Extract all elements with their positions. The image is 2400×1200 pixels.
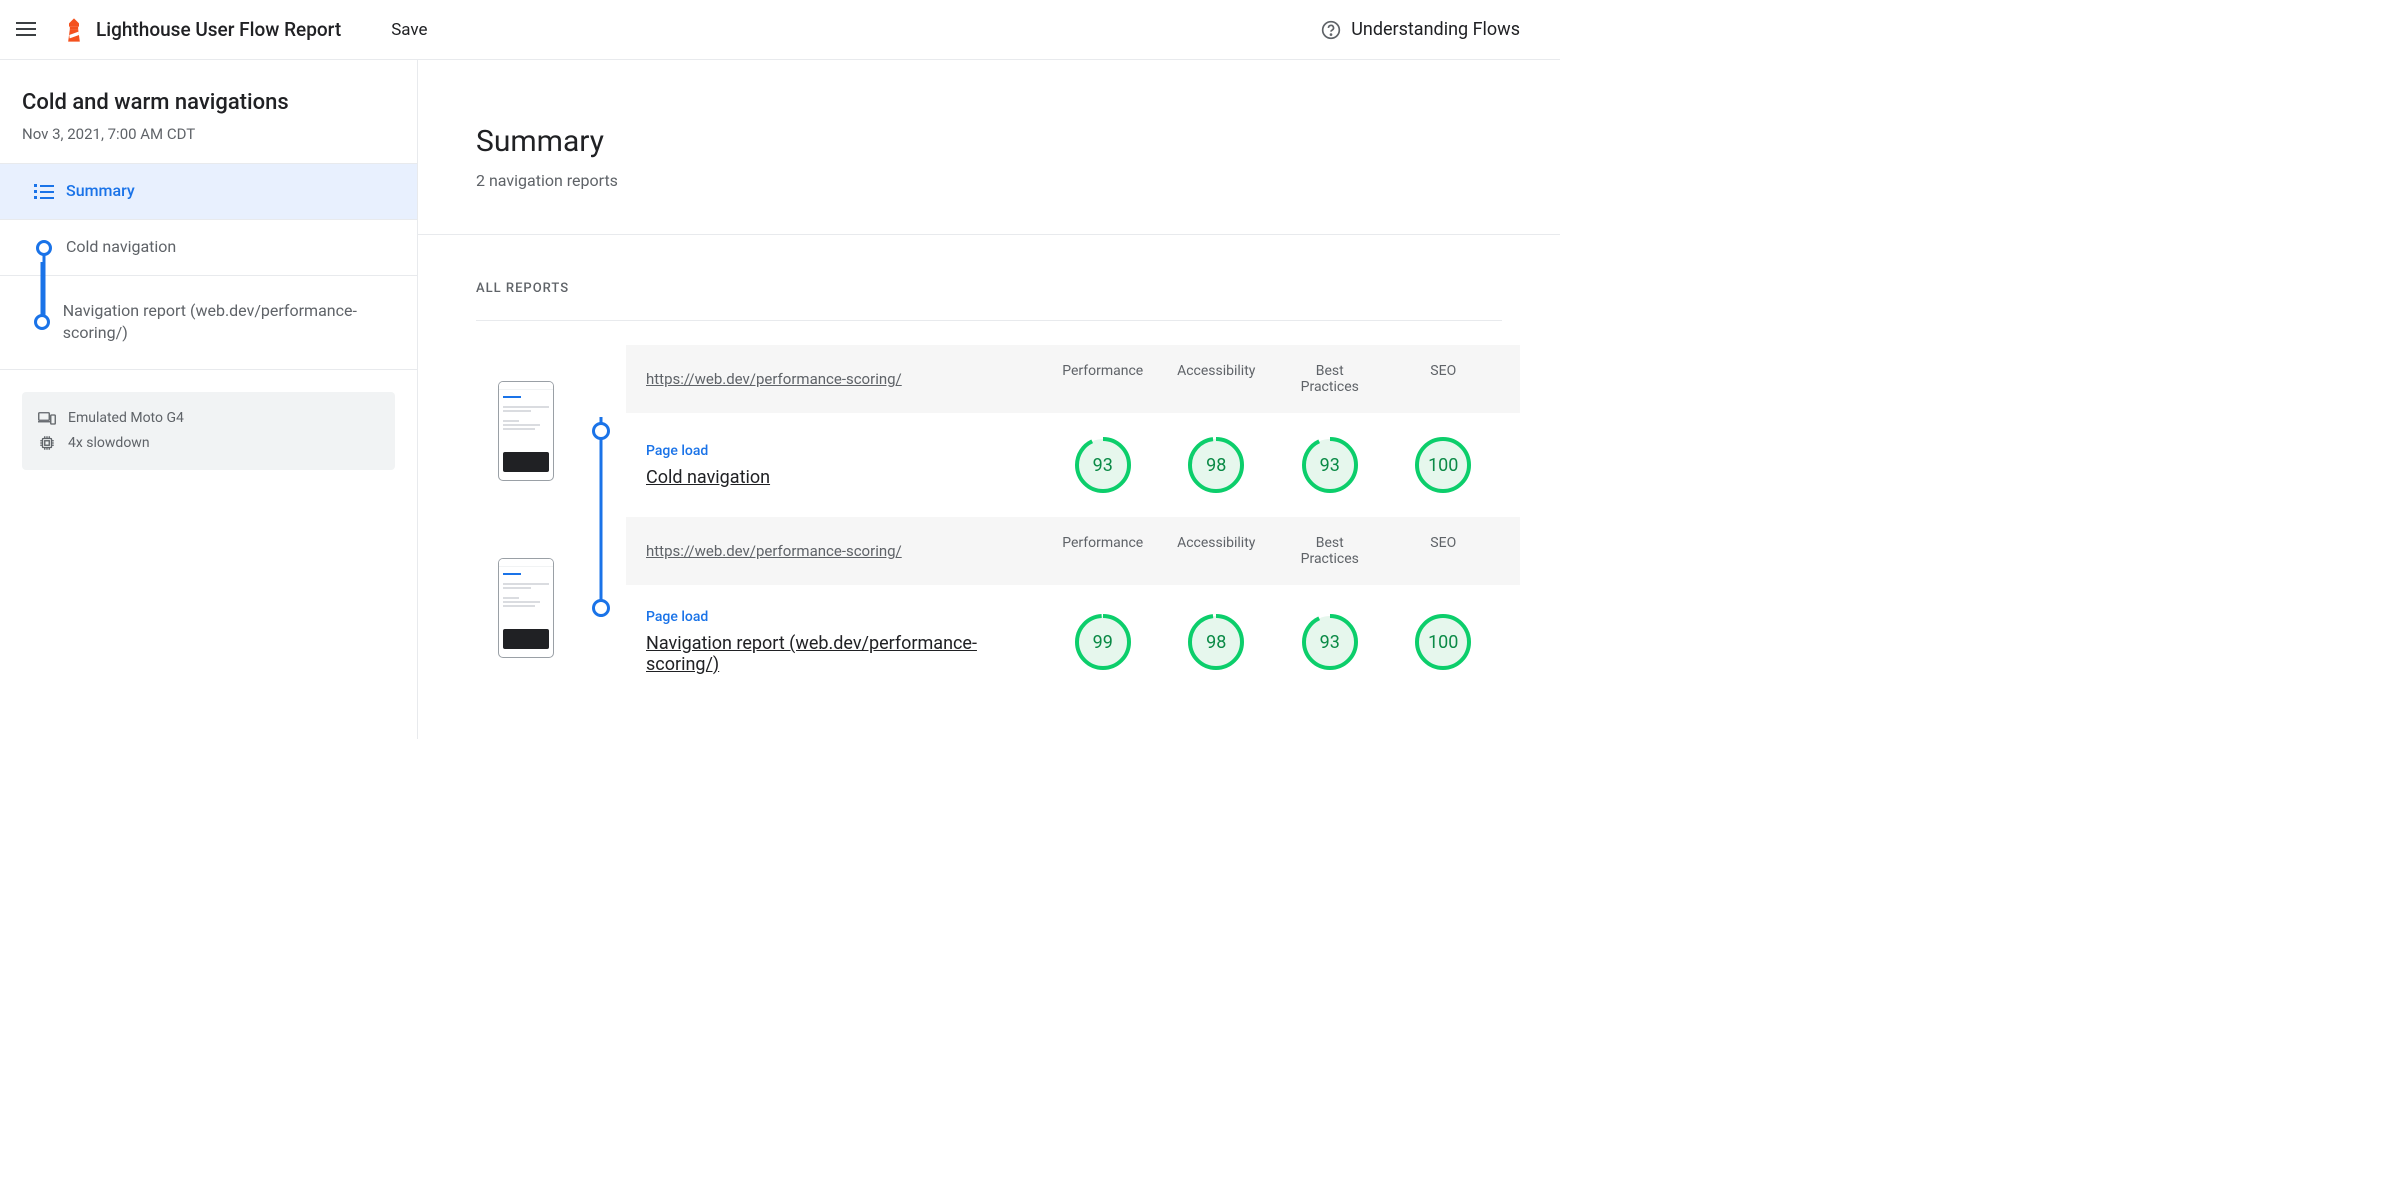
metric-header: Performance [1046, 535, 1160, 567]
app-header: Lighthouse User Flow Report Save Underst… [0, 0, 1560, 60]
report-step-row: Page load Navigation report (web.dev/per… [626, 585, 1520, 699]
main-content: Summary 2 navigation reports ALL REPORTS… [418, 60, 1560, 739]
menu-icon[interactable] [16, 18, 40, 42]
metric-header: Accessibility [1160, 363, 1274, 395]
lighthouse-logo-icon [64, 18, 84, 42]
report-url-link[interactable]: https://web.dev/performance-scoring/ [646, 542, 1046, 560]
sidebar-item-summary[interactable]: Summary [0, 164, 417, 220]
screenshot-thumbnail [498, 381, 554, 481]
report-block: https://web.dev/performance-scoring/ Per… [476, 345, 1520, 517]
sidebar: Cold and warm navigations Nov 3, 2021, 7… [0, 60, 418, 739]
report-url-row: https://web.dev/performance-scoring/ Per… [626, 517, 1520, 585]
screenshot-thumbnail [498, 558, 554, 658]
metric-header: SEO [1387, 363, 1501, 395]
report-step-row: Page load Cold navigation 93 98 [626, 413, 1520, 517]
score-gauge[interactable]: 99 [1046, 614, 1160, 670]
cpu-icon [38, 434, 56, 452]
metric-header: BestPractices [1273, 535, 1387, 567]
setting-cpu-label: 4x slowdown [68, 435, 150, 451]
sidebar-item-step-1[interactable]: Navigation report (web.dev/performance-s… [0, 276, 417, 370]
report-block: https://web.dev/performance-scoring/ Per… [476, 517, 1520, 699]
metric-header: Performance [1046, 363, 1160, 395]
score-value: 99 [1075, 614, 1131, 670]
help-link[interactable]: Understanding Flows [1321, 19, 1544, 40]
settings-card: Emulated Moto G4 4x slowdown [22, 392, 395, 470]
step-type-label: Page load [646, 443, 1046, 459]
setting-device-label: Emulated Moto G4 [68, 410, 184, 426]
save-button[interactable]: Save [391, 20, 427, 40]
timeline-node-icon [36, 240, 52, 256]
metric-header: SEO [1387, 535, 1501, 567]
score-gauge[interactable]: 98 [1160, 614, 1274, 670]
step-name-link[interactable]: Navigation report (web.dev/performance-s… [646, 633, 977, 675]
sidebar-item-label: Cold navigation [66, 236, 176, 258]
score-gauge[interactable]: 100 [1387, 437, 1501, 493]
score-value: 100 [1415, 614, 1471, 670]
all-reports-heading: ALL REPORTS [418, 235, 1560, 320]
app-title: Lighthouse User Flow Report [96, 18, 341, 41]
sidebar-item-step-0[interactable]: Cold navigation [0, 220, 417, 276]
score-value: 93 [1302, 614, 1358, 670]
page-title: Summary [476, 124, 1560, 159]
score-gauge[interactable]: 93 [1273, 614, 1387, 670]
metric-header: Accessibility [1160, 535, 1274, 567]
score-value: 98 [1188, 437, 1244, 493]
score-gauge[interactable]: 93 [1046, 437, 1160, 493]
score-value: 98 [1188, 614, 1244, 670]
metric-header: BestPractices [1273, 363, 1387, 395]
page-subtitle: 2 navigation reports [476, 171, 1560, 190]
timeline-node-icon [34, 314, 50, 330]
setting-cpu: 4x slowdown [38, 430, 379, 456]
score-value: 93 [1302, 437, 1358, 493]
step-name-link[interactable]: Cold navigation [646, 467, 770, 488]
report-url-row: https://web.dev/performance-scoring/ Per… [626, 345, 1520, 413]
summary-list-icon [34, 185, 54, 199]
score-value: 100 [1415, 437, 1471, 493]
timeline-node-icon [592, 599, 610, 617]
step-type-label: Page load [646, 609, 1046, 625]
score-value: 93 [1075, 437, 1131, 493]
sidebar-item-label: Navigation report (web.dev/performance-s… [63, 300, 395, 345]
help-icon [1321, 20, 1341, 40]
score-gauge[interactable]: 100 [1387, 614, 1501, 670]
timeline-node-icon [592, 422, 610, 440]
sidebar-item-label: Summary [66, 180, 135, 202]
device-icon [38, 410, 56, 426]
score-gauge[interactable]: 98 [1160, 437, 1274, 493]
score-gauge[interactable]: 93 [1273, 437, 1387, 493]
report-url-link[interactable]: https://web.dev/performance-scoring/ [646, 370, 1046, 388]
setting-device: Emulated Moto G4 [38, 406, 379, 430]
help-label: Understanding Flows [1351, 19, 1520, 40]
flow-date: Nov 3, 2021, 7:00 AM CDT [22, 125, 395, 143]
flow-title: Cold and warm navigations [22, 90, 395, 115]
